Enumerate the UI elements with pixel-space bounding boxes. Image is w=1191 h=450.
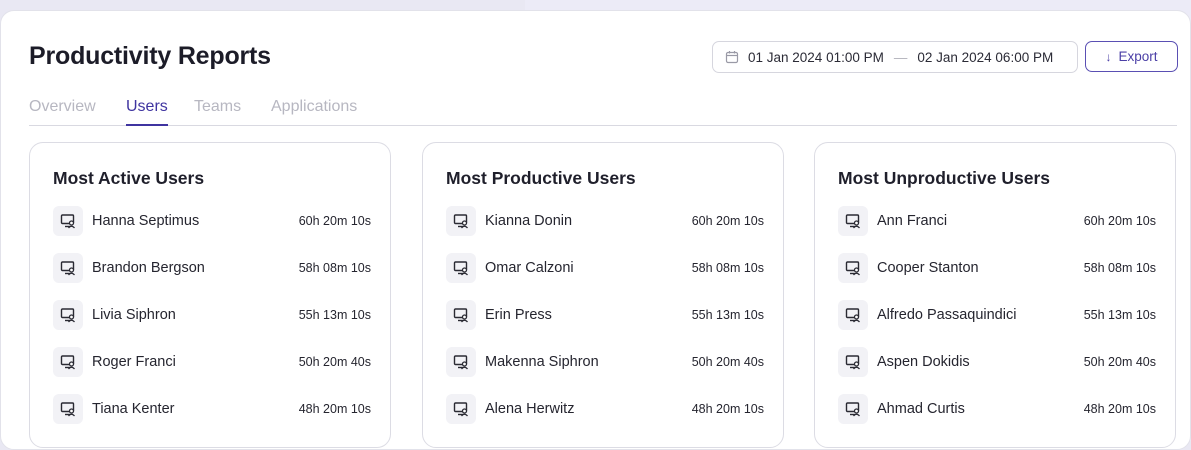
list-item[interactable]: Ahmad Curtis 48h 20m 10s [838, 394, 1156, 424]
user-name: Makenna Siphron [485, 354, 599, 370]
computer-user-icon [838, 347, 868, 377]
computer-user-icon [53, 347, 83, 377]
computer-user-icon [446, 206, 476, 236]
user-time: 48h 20m 10s [298, 402, 371, 416]
user-name: Roger Franci [92, 354, 176, 370]
computer-user-icon [53, 253, 83, 283]
card-title: Most Productive Users [446, 168, 636, 188]
user-time: 55h 13m 10s [1083, 308, 1156, 322]
list-item[interactable]: Makenna Siphron 50h 20m 40s [446, 347, 764, 377]
user-name: Ahmad Curtis [877, 401, 965, 417]
user-time: 60h 20m 10s [691, 214, 764, 228]
user-time: 50h 20m 40s [1083, 355, 1156, 369]
computer-user-icon [838, 394, 868, 424]
user-name: Omar Calzoni [485, 260, 574, 276]
user-time: 48h 20m 10s [1083, 402, 1156, 416]
card-title: Most Active Users [53, 168, 205, 188]
calendar-icon [725, 50, 739, 64]
tab-bar: Overview Users Teams Applications [29, 97, 1177, 126]
computer-user-icon [838, 253, 868, 283]
date-separator: — [893, 49, 908, 65]
export-button[interactable]: ↓ Export [1085, 41, 1178, 72]
list-item[interactable]: Erin Press 55h 13m 10s [446, 300, 764, 330]
user-time: 58h 08m 10s [1083, 261, 1156, 275]
computer-user-icon [446, 253, 476, 283]
export-label: Export [1118, 49, 1158, 64]
tab-teams[interactable]: Teams [194, 97, 241, 126]
report-panel: Productivity Reports 01 Jan 2024 01:00 P… [0, 10, 1191, 450]
list-item[interactable]: Tiana Kenter 48h 20m 10s [53, 394, 371, 424]
computer-user-icon [446, 347, 476, 377]
list-item[interactable]: Alena Herwitz 48h 20m 10s [446, 394, 764, 424]
user-name: Tiana Kenter [92, 401, 175, 417]
user-name: Aspen Dokidis [877, 354, 970, 370]
user-time: 55h 13m 10s [691, 308, 764, 322]
tab-overview[interactable]: Overview [29, 97, 96, 126]
user-name: Hanna Septimus [92, 213, 200, 229]
date-start: 01 Jan 2024 01:00 PM [748, 49, 884, 65]
user-time: 48h 20m 10s [691, 402, 764, 416]
list-item[interactable]: Alfredo Passaquindici 55h 13m 10s [838, 300, 1156, 330]
user-time: 55h 13m 10s [298, 308, 371, 322]
user-name: Ann Franci [877, 213, 948, 229]
list-item[interactable]: Roger Franci 50h 20m 40s [53, 347, 371, 377]
list-item[interactable]: Omar Calzoni 58h 08m 10s [446, 253, 764, 283]
tab-applications[interactable]: Applications [271, 97, 357, 126]
tab-users[interactable]: Users [126, 97, 168, 126]
user-name: Alena Herwitz [485, 401, 575, 417]
most-active-users-card: Most Active Users Hanna Septimus 60h 20m… [29, 142, 391, 448]
computer-user-icon [446, 394, 476, 424]
user-name: Erin Press [485, 307, 552, 323]
user-name: Brandon Bergson [92, 260, 205, 276]
user-name: Kianna Donin [485, 213, 573, 229]
list-item[interactable]: Cooper Stanton 58h 08m 10s [838, 253, 1156, 283]
user-name: Livia Siphron [92, 307, 176, 323]
user-name: Alfredo Passaquindici [877, 307, 1017, 323]
most-unproductive-users-card: Most Unproductive Users Ann Franci 60h 2… [814, 142, 1176, 448]
user-time: 50h 20m 40s [298, 355, 371, 369]
computer-user-icon [53, 394, 83, 424]
user-name: Cooper Stanton [877, 260, 979, 276]
date-range-picker[interactable]: 01 Jan 2024 01:00 PM — 02 Jan 2024 06:00… [712, 41, 1078, 73]
list-item[interactable]: Kianna Donin 60h 20m 10s [446, 206, 764, 236]
page-title: Productivity Reports [29, 42, 271, 70]
date-end: 02 Jan 2024 06:00 PM [917, 49, 1054, 65]
download-arrow-icon: ↓ [1105, 49, 1112, 64]
computer-user-icon [53, 206, 83, 236]
list-item[interactable]: Brandon Bergson 58h 08m 10s [53, 253, 371, 283]
computer-user-icon [838, 300, 868, 330]
list-item[interactable]: Ann Franci 60h 20m 10s [838, 206, 1156, 236]
user-time: 58h 08m 10s [691, 261, 764, 275]
computer-user-icon [53, 300, 83, 330]
computer-user-icon [838, 206, 868, 236]
list-item[interactable]: Hanna Septimus 60h 20m 10s [53, 206, 371, 236]
computer-user-icon [446, 300, 476, 330]
most-productive-users-card: Most Productive Users Kianna Donin 60h 2… [422, 142, 784, 448]
user-time: 50h 20m 40s [691, 355, 764, 369]
user-time: 60h 20m 10s [298, 214, 371, 228]
user-time: 58h 08m 10s [298, 261, 371, 275]
list-item[interactable]: Aspen Dokidis 50h 20m 40s [838, 347, 1156, 377]
user-time: 60h 20m 10s [1083, 214, 1156, 228]
list-item[interactable]: Livia Siphron 55h 13m 10s [53, 300, 371, 330]
card-title: Most Unproductive Users [838, 168, 1050, 188]
